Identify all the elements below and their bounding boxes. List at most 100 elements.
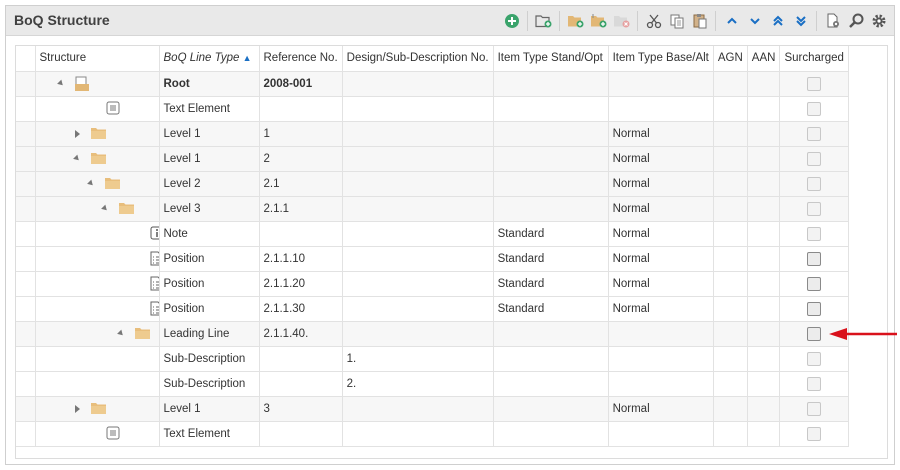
aan-cell[interactable] [747,396,781,422]
table-row[interactable]: Level 1 2 Normal [16,146,849,172]
base-alt-cell[interactable]: Normal [608,221,714,247]
structure-cell[interactable] [35,271,160,297]
surcharged-checkbox[interactable] [807,276,822,291]
row-indicator[interactable] [16,221,36,247]
base-alt-cell[interactable] [608,421,714,447]
move-up-icon[interactable] [720,9,743,33]
collapse-icon[interactable] [86,179,95,187]
design-sub-description-cell[interactable] [342,396,494,422]
reference-no-cell[interactable] [259,371,343,397]
row-indicator[interactable] [16,396,36,422]
aan-cell[interactable] [747,96,781,122]
stand-opt-cell[interactable] [493,121,609,147]
structure-cell[interactable] [35,346,160,372]
surcharged-checkbox[interactable] [807,151,822,166]
design-sub-description-cell[interactable] [342,96,494,122]
aan-cell[interactable] [747,321,781,347]
agn-cell[interactable] [713,196,748,222]
move-down-icon[interactable] [743,9,766,33]
aan-cell[interactable] [747,196,781,222]
base-alt-cell[interactable] [608,321,714,347]
base-alt-cell[interactable] [608,346,714,372]
structure-cell[interactable] [35,296,160,322]
stand-opt-cell[interactable] [493,146,609,172]
base-alt-cell[interactable]: Normal [608,171,714,197]
structure-cell[interactable] [35,396,160,422]
expand-icon[interactable] [74,404,80,413]
table-row[interactable]: Text Element [16,421,849,447]
structure-cell[interactable] [35,146,160,172]
surcharged-checkbox[interactable] [807,176,822,191]
reference-no-cell[interactable]: 2.1.1.40. [259,321,343,347]
stand-opt-cell[interactable]: Standard [493,296,609,322]
row-indicator[interactable] [16,196,36,222]
aan-cell[interactable] [747,71,781,97]
base-alt-cell[interactable] [608,96,714,122]
expand-icon[interactable] [74,129,80,138]
structure-cell[interactable] [35,71,160,97]
line-type-cell[interactable]: Leading Line [159,321,260,347]
structure-cell[interactable] [35,246,160,272]
row-indicator[interactable] [16,321,36,347]
gear-icon[interactable] [867,9,890,33]
base-alt-cell[interactable]: Normal [608,146,714,172]
stand-opt-cell[interactable] [493,196,609,222]
surcharged-checkbox[interactable] [807,76,822,91]
table-row[interactable]: Position 2.1.1.20 Standard Normal [16,271,849,297]
table-row[interactable]: Position 2.1.1.30 Standard Normal [16,296,849,322]
row-indicator[interactable] [16,71,36,97]
table-row[interactable]: Level 3 2.1.1 Normal [16,196,849,222]
search-icon[interactable] [844,9,867,33]
column-header-aan[interactable]: AAN [747,46,781,72]
reference-no-cell[interactable]: 2.1.1 [259,196,343,222]
reference-no-cell[interactable]: 2.1 [259,171,343,197]
line-type-cell[interactable]: Text Element [159,96,260,122]
design-sub-description-cell[interactable] [342,196,494,222]
collapse-icon[interactable] [116,329,125,337]
stand-opt-cell[interactable]: Standard [493,271,609,297]
reference-no-cell[interactable]: 2.1.1.10 [259,246,343,272]
stand-opt-cell[interactable] [493,321,609,347]
line-type-cell[interactable]: Level 3 [159,196,260,222]
row-indicator[interactable] [16,121,36,147]
column-header-item-type-base-alt[interactable]: Item Type Base/Alt [608,46,714,72]
design-sub-description-cell[interactable] [342,171,494,197]
agn-cell[interactable] [713,246,748,272]
reference-no-cell[interactable]: 3 [259,396,343,422]
aan-cell[interactable] [747,271,781,297]
row-indicator[interactable] [16,271,36,297]
structure-cell[interactable] [35,196,160,222]
base-alt-cell[interactable] [608,371,714,397]
table-row[interactable]: Sub-Description 2. [16,371,849,397]
table-row[interactable]: Text Element [16,96,849,122]
line-type-cell[interactable]: Sub-Description [159,371,260,397]
row-indicator[interactable] [16,146,36,172]
surcharged-checkbox[interactable] [807,251,822,266]
agn-cell[interactable] [713,421,748,447]
table-row[interactable]: Note Standard Normal [16,221,849,247]
row-indicator[interactable] [16,346,36,372]
surcharged-checkbox[interactable] [807,326,822,341]
table-row[interactable]: Root 2008-001 [16,71,849,97]
paste-icon[interactable] [688,9,711,33]
line-type-cell[interactable]: Root [159,71,260,97]
base-alt-cell[interactable] [608,71,714,97]
stand-opt-cell[interactable] [493,396,609,422]
line-type-cell[interactable]: Level 1 [159,396,260,422]
column-header-boq-line-type[interactable]: BoQ Line Type ▲ [159,46,260,72]
base-alt-cell[interactable]: Normal [608,396,714,422]
stand-opt-cell[interactable] [493,71,609,97]
structure-cell[interactable] [35,321,160,347]
settings-doc-icon[interactable] [821,9,844,33]
collapse-icon[interactable] [100,204,109,212]
surcharged-checkbox[interactable] [807,101,822,116]
copy-icon[interactable] [665,9,688,33]
row-indicator[interactable] [16,171,36,197]
stand-opt-cell[interactable]: Standard [493,221,609,247]
add-sublevel-icon[interactable] [587,9,610,33]
aan-cell[interactable] [747,296,781,322]
column-header-item-type-stand-opt[interactable]: Item Type Stand/Opt [493,46,609,72]
agn-cell[interactable] [713,346,748,372]
reference-no-cell[interactable]: 1 [259,121,343,147]
row-indicator[interactable] [16,296,36,322]
